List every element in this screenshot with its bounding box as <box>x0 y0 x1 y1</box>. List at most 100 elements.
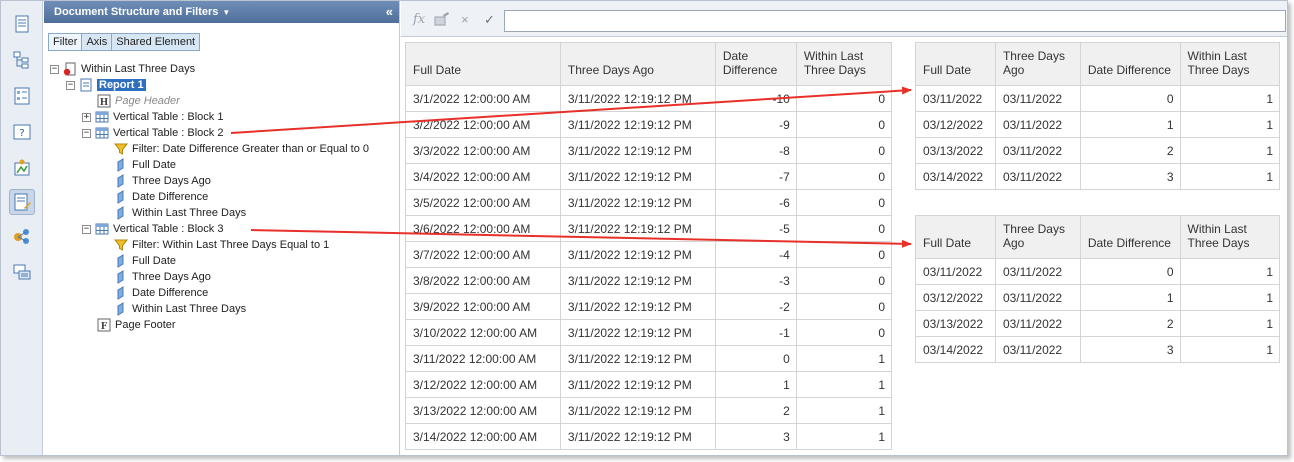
table-cell[interactable]: 1 <box>1179 111 1280 138</box>
chevron-down-icon[interactable]: ▼ <box>222 8 230 17</box>
tree-node-field[interactable]: Full Date <box>114 157 176 173</box>
table-cell[interactable]: 2 <box>1079 310 1181 337</box>
table-cell[interactable]: 3/5/2022 12:00:00 AM <box>405 189 561 216</box>
table-cell[interactable]: 3/3/2022 12:00:00 AM <box>405 137 561 164</box>
table-cell[interactable]: 03/11/2022 <box>994 85 1081 112</box>
table-cell[interactable]: 3/14/2022 12:00:00 AM <box>405 423 561 450</box>
table-cell[interactable]: 1 <box>714 371 797 398</box>
table-cell[interactable]: 1 <box>1179 336 1280 363</box>
table-cell[interactable]: 0 <box>1079 85 1181 112</box>
tree-node-document[interactable]: − Within Last Three Days <box>50 61 195 77</box>
table-cell[interactable]: 03/11/2022 <box>994 137 1081 164</box>
column-header[interactable]: Full Date <box>405 42 561 86</box>
table-cell[interactable]: 3 <box>1079 163 1181 190</box>
column-header[interactable]: Date Difference <box>714 42 797 86</box>
table-cell[interactable]: 3/8/2022 12:00:00 AM <box>405 267 561 294</box>
table-cell[interactable]: 03/11/2022 <box>994 258 1081 285</box>
table-cell[interactable]: 1 <box>1179 258 1280 285</box>
tree-node-field[interactable]: Date Difference <box>114 285 208 301</box>
table-cell[interactable]: 3/11/2022 12:19:12 PM <box>559 371 716 398</box>
table-cell[interactable]: 03/11/2022 <box>915 258 996 285</box>
table-cell[interactable]: 0 <box>795 293 893 320</box>
collapse-toggle[interactable]: − <box>50 64 59 74</box>
tab-shared-element[interactable]: Shared Element <box>111 33 201 51</box>
table-cell[interactable]: 3/11/2022 12:19:12 PM <box>559 85 716 112</box>
table-cell[interactable]: 0 <box>795 189 893 216</box>
table-cell[interactable]: -3 <box>714 267 797 294</box>
tree-node-block-3[interactable]: − Vertical Table : Block 3 <box>82 221 223 237</box>
table-cell[interactable]: 1 <box>795 423 893 450</box>
formula-editor-icon[interactable]: fx <box>413 12 425 27</box>
tree-node-block-2[interactable]: − Vertical Table : Block 2 <box>82 125 223 141</box>
table-cell[interactable]: -5 <box>714 215 797 242</box>
column-header[interactable]: Date Difference <box>1079 215 1181 259</box>
table-cell[interactable]: 1 <box>795 371 893 398</box>
tab-filter[interactable]: Filter <box>48 33 83 51</box>
table-cell[interactable]: -7 <box>714 163 797 190</box>
table-cell[interactable]: 1 <box>1079 284 1181 311</box>
tree-node-block-1[interactable]: + Vertical Table : Block 1 <box>82 109 223 125</box>
table-cell[interactable]: 1 <box>1179 137 1280 164</box>
data-icon[interactable] <box>9 155 35 181</box>
tree-node-page-footer[interactable]: F Page Footer <box>97 317 176 333</box>
table-cell[interactable]: 3/6/2022 12:00:00 AM <box>405 215 561 242</box>
table-cell[interactable]: 1 <box>1179 284 1280 311</box>
table-cell[interactable]: 3 <box>1079 336 1181 363</box>
tree-node-field[interactable]: Within Last Three Days <box>114 205 246 221</box>
table-cell[interactable]: 2 <box>714 397 797 424</box>
formula-input[interactable] <box>504 10 1286 32</box>
table-cell[interactable]: 3/11/2022 12:19:12 PM <box>559 189 716 216</box>
table-cell[interactable]: -9 <box>714 111 797 138</box>
tree-node-field[interactable]: Date Difference <box>114 189 208 205</box>
table-cell[interactable]: -1 <box>714 319 797 346</box>
table-cell[interactable]: 3/2/2022 12:00:00 AM <box>405 111 561 138</box>
tree-node-report[interactable]: − Report 1 <box>66 77 146 93</box>
table-cell[interactable]: 3/4/2022 12:00:00 AM <box>405 163 561 190</box>
tab-axis[interactable]: Axis <box>81 33 113 51</box>
tree-node-filter[interactable]: Filter: Date Difference Greater than or … <box>114 141 369 157</box>
table-cell[interactable]: 3/11/2022 12:19:12 PM <box>559 423 716 450</box>
table-cell[interactable]: 03/13/2022 <box>915 310 996 337</box>
table-cell[interactable]: 3 <box>714 423 797 450</box>
table-cell[interactable]: 3/9/2022 12:00:00 AM <box>405 293 561 320</box>
collapse-toggle[interactable]: − <box>82 128 91 138</box>
collapse-toggle[interactable]: − <box>82 224 91 234</box>
table-cell[interactable]: 3/11/2022 12:19:12 PM <box>559 293 716 320</box>
table-cell[interactable]: 03/11/2022 <box>994 310 1081 337</box>
cancel-icon[interactable]: × <box>461 12 469 27</box>
table-cell[interactable]: 1 <box>1179 310 1280 337</box>
table-cell[interactable]: 1 <box>795 345 893 372</box>
table-cell[interactable]: 3/11/2022 12:19:12 PM <box>559 215 716 242</box>
tree-node-field[interactable]: Three Days Ago <box>114 269 211 285</box>
collapse-toggle[interactable]: − <box>66 80 75 90</box>
table-cell[interactable]: 03/14/2022 <box>915 163 996 190</box>
column-header[interactable]: Date Difference <box>1079 42 1181 86</box>
variable-editor-icon[interactable] <box>434 12 450 29</box>
table-cell[interactable]: -6 <box>714 189 797 216</box>
table-cell[interactable]: 3/11/2022 12:19:12 PM <box>559 397 716 424</box>
table-cell[interactable]: 0 <box>795 319 893 346</box>
document-structure-icon[interactable] <box>9 189 35 215</box>
column-header[interactable]: Three Days Ago <box>559 42 716 86</box>
column-header[interactable]: Within Last Three Days <box>1179 215 1280 259</box>
table-cell[interactable]: 0 <box>795 215 893 242</box>
report-map-icon[interactable] <box>9 47 35 73</box>
table-cell[interactable]: -10 <box>714 85 797 112</box>
table-cell[interactable]: 03/11/2022 <box>915 85 996 112</box>
table-cell[interactable]: 03/12/2022 <box>915 111 996 138</box>
table-cell[interactable]: 03/11/2022 <box>994 111 1081 138</box>
table-cell[interactable]: -8 <box>714 137 797 164</box>
comments-icon[interactable] <box>9 259 35 285</box>
table-cell[interactable]: 3/11/2022 12:19:12 PM <box>559 267 716 294</box>
table-cell[interactable]: 1 <box>1179 163 1280 190</box>
table-cell[interactable]: 03/11/2022 <box>994 284 1081 311</box>
column-header[interactable]: Within Last Three Days <box>795 42 893 86</box>
table-cell[interactable]: 3/13/2022 12:00:00 AM <box>405 397 561 424</box>
expand-toggle[interactable]: + <box>82 112 91 122</box>
table-cell[interactable]: 0 <box>795 111 893 138</box>
table-cell[interactable]: 03/11/2022 <box>994 163 1081 190</box>
table-cell[interactable]: 3/10/2022 12:00:00 AM <box>405 319 561 346</box>
table-cell[interactable]: 03/12/2022 <box>915 284 996 311</box>
collapse-panel-button[interactable]: « <box>386 1 393 23</box>
table-cell[interactable]: 3/11/2022 12:19:12 PM <box>559 319 716 346</box>
